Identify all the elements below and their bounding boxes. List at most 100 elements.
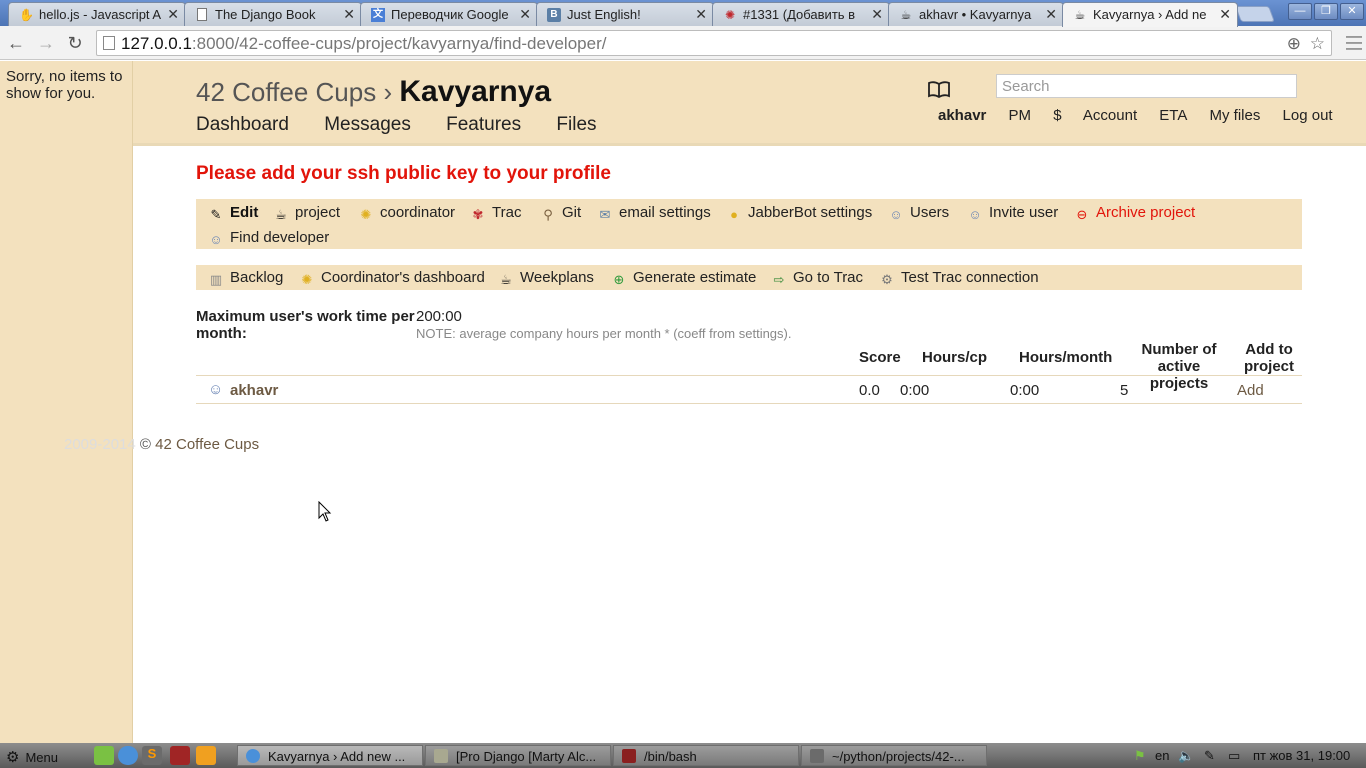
action-coordinator[interactable]: ✺ coordinator — [358, 204, 456, 223]
sublime-icon — [810, 749, 824, 763]
user-add-icon: ☺ — [968, 207, 982, 222]
back-icon[interactable]: ← — [5, 32, 27, 54]
main-nav: Dashboard Messages Features Files — [196, 114, 627, 136]
sublime-launcher-icon[interactable]: S — [142, 746, 162, 765]
link-account[interactable]: Account — [1083, 107, 1137, 124]
browser-tab[interactable]: The Django Book ✕ — [184, 2, 362, 26]
link-eta[interactable]: ETA — [1159, 107, 1187, 124]
taskbar-window-files[interactable]: [Pro Django [Marty Alc... — [425, 745, 611, 766]
cup-icon: ☕ — [900, 8, 912, 22]
action-users[interactable]: ☺ Users — [888, 204, 949, 223]
minimize-button[interactable]: — — [1288, 3, 1312, 20]
col-hours-cp: Hours/cp — [922, 349, 988, 366]
keyboard-layout[interactable]: en — [1155, 745, 1169, 766]
action-trac[interactable]: ✾ Trac — [470, 204, 522, 223]
footer-years: 2009-2014 — [64, 436, 136, 453]
close-icon[interactable]: ✕ — [167, 6, 179, 23]
browser-launcher-icon[interactable] — [118, 746, 138, 765]
link-pm[interactable]: PM — [1009, 107, 1032, 124]
sun-icon: ✺ — [301, 272, 313, 287]
nav-files[interactable]: Files — [556, 114, 596, 135]
tool-backlog[interactable]: ▥ Backlog — [208, 269, 284, 288]
add-icon: ⊕ — [613, 272, 625, 287]
close-icon[interactable]: ✕ — [1219, 6, 1231, 23]
nav-messages[interactable]: Messages — [324, 114, 411, 135]
close-icon[interactable]: ✕ — [343, 6, 355, 23]
table-row: ☺ akhavr 0.0 0:00 0:00 5 Add — [196, 375, 1302, 404]
tool-coordinators-dashboard[interactable]: ✺ Coordinator's dashboard — [299, 269, 485, 288]
book-icon[interactable] — [927, 79, 951, 99]
nav-dashboard[interactable]: Dashboard — [196, 114, 289, 135]
tool-generate-estimate[interactable]: ⊕ Generate estimate — [611, 269, 757, 288]
taskbar-window-browser[interactable]: Kavyarnya › Add new ... — [237, 745, 423, 766]
action-find-developer[interactable]: ☺ Find developer — [208, 229, 329, 248]
breadcrumb-separator: › — [383, 77, 393, 107]
messenger-launcher-icon[interactable] — [94, 746, 114, 765]
footer: 2009-2014 © 42 Coffee Cups — [64, 436, 259, 453]
nav-features[interactable]: Features — [446, 114, 521, 135]
taskbar-window-bash[interactable]: /bin/bash — [613, 745, 799, 766]
cup-icon: ☕ — [500, 272, 512, 287]
link-logout[interactable]: Log out — [1283, 107, 1333, 124]
window-close-button[interactable]: ✕ — [1340, 3, 1364, 20]
reload-icon[interactable]: ↻ — [64, 32, 86, 54]
browser-tab[interactable]: B Just English! ✕ — [536, 2, 714, 26]
close-icon[interactable]: ✕ — [695, 6, 707, 23]
browser-tab[interactable]: ✋ hello.js - Javascript A ✕ — [8, 2, 186, 26]
footer-company-link[interactable]: 42 Coffee Cups — [155, 436, 259, 453]
action-archive-project[interactable]: ⊖ Archive project — [1074, 204, 1196, 223]
search-input[interactable] — [996, 74, 1297, 98]
profile-link[interactable]: profile — [553, 163, 611, 184]
network-icon[interactable]: ⚑ — [1134, 745, 1146, 766]
project-tools-bar: ▥ Backlog ✺ Coordinator's dashboard ☕ Weekp… — [196, 265, 1302, 290]
browser-tab[interactable]: ✺ #1331 (Добавить в ✕ — [712, 2, 890, 26]
menu-icon[interactable]: — — — — [1346, 29, 1362, 57]
sidebar-empty-text: Sorry, no items to show for you. — [6, 68, 123, 102]
tool-weekplans[interactable]: ☕ Weekplans — [498, 269, 594, 288]
close-icon[interactable]: ✕ — [519, 6, 531, 23]
translate-icon: 文 — [371, 8, 385, 22]
backlog-icon: ▥ — [209, 272, 223, 287]
clock: пт жов 31, 19:00 — [1253, 748, 1351, 763]
zoom-icon[interactable]: ⊕ — [1287, 34, 1301, 54]
browser-tab-active[interactable]: ☕ Kavyarnya › Add ne ✕ — [1062, 2, 1238, 27]
project-actions-bar: ✎ Edit ☕ project ✺ coordinator ✾ Trac ⚲ Git ✉… — [196, 199, 1302, 249]
forward-icon[interactable]: → — [35, 32, 57, 54]
sidebar: Sorry, no items to show for you. — [0, 61, 133, 743]
cup-icon: ☕ — [275, 207, 287, 222]
cup-icon: ☕ — [1074, 8, 1086, 22]
action-email-settings[interactable]: ✉ email settings — [597, 204, 711, 223]
volume-icon[interactable]: 🔈 — [1178, 745, 1194, 766]
tool-test-trac-connection[interactable]: ⚙ Test Trac connection — [879, 269, 1038, 288]
action-git[interactable]: ⚲ Git — [540, 204, 581, 223]
close-icon[interactable]: ✕ — [871, 6, 883, 23]
browser-tab[interactable]: ☕ akhavr • Kavyarnya ✕ — [888, 2, 1064, 26]
user-search-icon: ☺ — [209, 232, 223, 247]
close-icon[interactable]: ✕ — [1045, 6, 1057, 23]
developer-link[interactable]: akhavr — [230, 382, 278, 399]
link-money[interactable]: $ — [1053, 107, 1061, 124]
action-invite-user[interactable]: ☺ Invite user — [967, 204, 1058, 223]
pen-icon[interactable]: ✎ — [1204, 745, 1215, 766]
envelope-icon: ✉ — [599, 207, 611, 222]
link-my-files[interactable]: My files — [1210, 107, 1261, 124]
add-developer-link[interactable]: Add — [1237, 382, 1264, 399]
address-bar[interactable]: 127.0.0.1:8000/42-coffee-cups/project/ka… — [96, 30, 1332, 56]
star-icon[interactable]: ☆ — [1310, 34, 1325, 54]
action-project[interactable]: ☕ project — [273, 204, 340, 223]
start-menu-button[interactable]: ⚙ Menu — [6, 745, 58, 766]
company-link[interactable]: 42 Coffee Cups — [196, 77, 376, 107]
battery-icon[interactable]: ▭ — [1228, 745, 1240, 766]
terminal-launcher-icon[interactable] — [170, 746, 190, 765]
tool-go-to-trac[interactable]: ⇨ Go to Trac — [771, 269, 863, 288]
editor-launcher-icon[interactable] — [196, 746, 216, 765]
maximize-button[interactable]: ❐ — [1314, 3, 1338, 20]
action-jabberbot-settings[interactable]: ● JabberBot settings — [726, 204, 872, 223]
browser-tab[interactable]: 文 Переводчик Google ✕ — [360, 2, 538, 26]
col-add-to-project: Add to project — [1243, 341, 1294, 375]
go-icon: ⇨ — [773, 272, 785, 287]
taskbar-window-projects[interactable]: ~/python/projects/42-... — [801, 745, 987, 766]
col-hours-month: Hours/month — [1019, 349, 1113, 366]
new-tab-button[interactable] — [1235, 6, 1275, 22]
browser-tab-strip: ✋ hello.js - Javascript A ✕ The Django B… — [0, 0, 1366, 27]
